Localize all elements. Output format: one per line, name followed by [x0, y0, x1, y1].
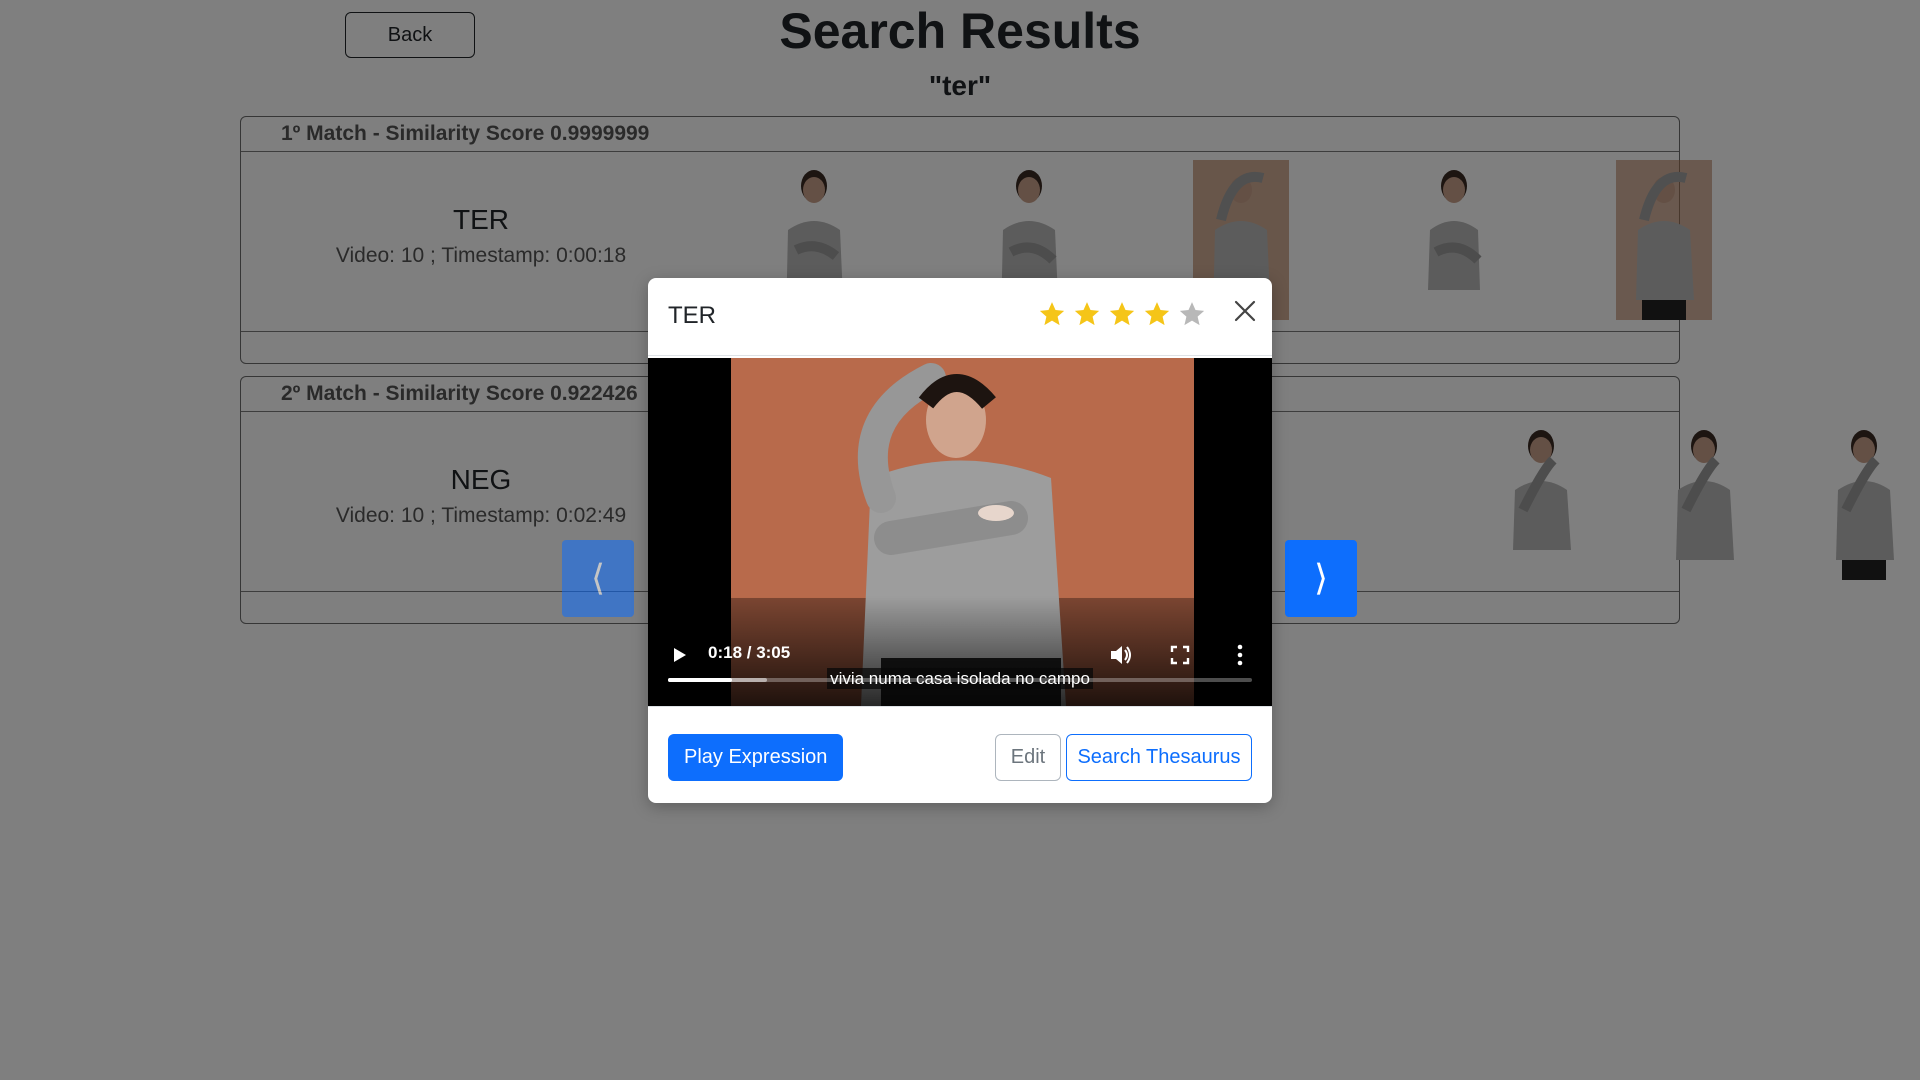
- expression-modal: TER vivia numa casa isolada no campo 0:1…: [648, 278, 1272, 803]
- play-icon[interactable]: [668, 644, 690, 666]
- star-icon[interactable]: [1108, 300, 1136, 328]
- search-thesaurus-button[interactable]: Search Thesaurus: [1066, 734, 1252, 781]
- chevron-right-icon: ⟩: [1313, 558, 1329, 599]
- close-icon: [1234, 300, 1256, 322]
- modal-footer: Play Expression Edit Search Thesaurus: [648, 706, 1272, 803]
- progress-played: [668, 678, 733, 682]
- volume-icon[interactable]: [1108, 642, 1134, 668]
- carousel-prev-button[interactable]: ⟨: [562, 540, 634, 617]
- carousel-next-button[interactable]: ⟩: [1285, 540, 1357, 617]
- close-button[interactable]: [1230, 296, 1260, 326]
- modal-header: TER: [648, 278, 1272, 356]
- fullscreen-icon[interactable]: [1168, 643, 1192, 667]
- edit-button[interactable]: Edit: [995, 734, 1061, 781]
- chevron-left-icon: ⟨: [590, 558, 606, 599]
- star-icon[interactable]: [1178, 300, 1206, 328]
- modal-title: TER: [668, 302, 716, 329]
- video-time: 0:18 / 3:05: [708, 643, 791, 662]
- star-icon[interactable]: [1143, 300, 1171, 328]
- star-icon[interactable]: [1073, 300, 1101, 328]
- star-icon[interactable]: [1038, 300, 1066, 328]
- video-player[interactable]: vivia numa casa isolada no campo 0:18 / …: [648, 358, 1272, 706]
- play-expression-button[interactable]: Play Expression: [668, 734, 844, 781]
- star-rating[interactable]: [1038, 300, 1206, 328]
- video-progress-bar[interactable]: [668, 678, 1252, 682]
- more-options-icon[interactable]: [1230, 642, 1250, 668]
